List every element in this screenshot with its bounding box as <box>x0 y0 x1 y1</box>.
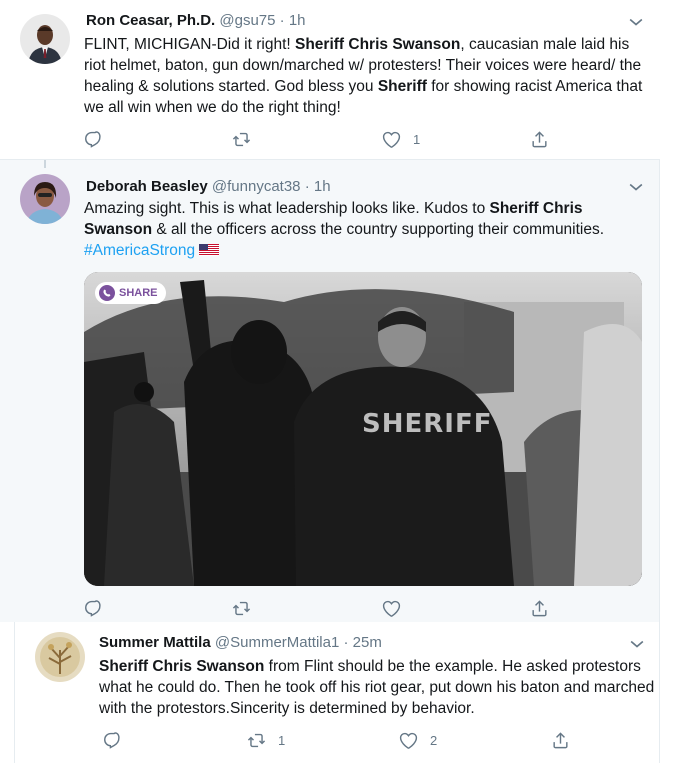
jacket-text: SHERIFF <box>362 409 492 439</box>
reply-icon <box>84 130 103 149</box>
highlighted-text: Sheriff <box>377 78 427 95</box>
avatar[interactable] <box>20 14 70 64</box>
tweet-header: Deborah Beasley @funnycat38 · 1h <box>86 177 331 197</box>
reply-button[interactable] <box>103 730 134 750</box>
reply-icon <box>84 599 103 618</box>
share-icon <box>530 130 549 149</box>
timestamp[interactable]: · 1h <box>305 178 331 195</box>
display-name[interactable]: Deborah Beasley <box>86 178 208 195</box>
share-button[interactable] <box>551 730 582 750</box>
photo-image: SHERIFF <box>84 272 642 586</box>
viber-icon <box>99 285 115 301</box>
tweet-header: Ron Ceasar, Ph.D. @gsu75 · 1h <box>86 11 306 31</box>
tweet-photo[interactable]: SHERIFF SHARE <box>84 272 642 586</box>
tweet[interactable]: Summer Mattila @SummerMattila1 · 25m She… <box>14 622 660 763</box>
retweet-icon <box>232 130 251 149</box>
like-button[interactable] <box>382 598 413 618</box>
tweet-text: Amazing sight. This is what leadership l… <box>84 198 644 261</box>
hashtag-link[interactable]: #AmericaStrong <box>84 242 195 259</box>
like-count: 1 <box>413 131 421 147</box>
retweet-button[interactable]: 1 <box>247 730 285 750</box>
like-count: 2 <box>430 732 438 748</box>
handle[interactable]: @SummerMattila1 <box>215 634 339 651</box>
tweet-actions <box>84 598 644 618</box>
avatar[interactable] <box>20 174 70 224</box>
heart-icon <box>382 599 401 618</box>
tweet-text-segment: & all the officers across the country su… <box>152 221 605 238</box>
heart-icon <box>382 130 401 149</box>
reply-button[interactable] <box>84 598 115 618</box>
share-badge-label: SHARE <box>119 287 158 299</box>
share-icon <box>551 731 570 750</box>
chevron-down-icon[interactable] <box>626 177 646 197</box>
share-button[interactable] <box>530 598 561 618</box>
chevron-down-icon[interactable] <box>626 12 646 32</box>
tweet[interactable]: Ron Ceasar, Ph.D. @gsu75 · 1h FLINT, MIC… <box>0 0 660 160</box>
retweet-button[interactable] <box>232 598 263 618</box>
retweet-icon <box>232 599 251 618</box>
display-name[interactable]: Ron Ceasar, Ph.D. <box>86 12 215 29</box>
tweet-text: FLINT, MICHIGAN-Did it right! Sheriff Ch… <box>84 34 644 118</box>
display-name[interactable]: Summer Mattila <box>99 634 211 651</box>
tweet[interactable]: Deborah Beasley @funnycat38 · 1h Amazing… <box>0 160 660 622</box>
tweet-header: Summer Mattila @SummerMattila1 · 25m <box>99 633 382 653</box>
reply-icon <box>103 731 122 750</box>
thread-line <box>44 160 46 168</box>
tweet-actions: 1 2 <box>103 730 643 750</box>
share-icon <box>530 599 549 618</box>
like-button[interactable]: 1 <box>382 129 420 149</box>
share-button[interactable] <box>530 129 561 149</box>
retweet-icon <box>247 731 266 750</box>
tweet-text-segment: FLINT, MICHIGAN-Did it right! <box>84 36 295 53</box>
us-flag-icon <box>199 244 220 256</box>
chevron-down-icon[interactable] <box>627 634 647 654</box>
like-button[interactable]: 2 <box>399 730 437 750</box>
tweet-actions: 1 <box>84 129 644 149</box>
retweet-button[interactable] <box>232 129 263 149</box>
viber-share-badge[interactable]: SHARE <box>95 282 166 304</box>
highlighted-text: Sheriff Chris Swanson <box>295 36 461 53</box>
retweet-count: 1 <box>278 732 286 748</box>
highlighted-text: Sheriff Chris Swanson <box>99 658 265 675</box>
avatar[interactable] <box>35 632 85 682</box>
handle[interactable]: @gsu75 <box>219 12 275 29</box>
tweet-text-segment: Amazing sight. This is what leadership l… <box>84 200 490 217</box>
reply-button[interactable] <box>84 129 115 149</box>
timestamp[interactable]: · 25m <box>343 634 381 651</box>
handle[interactable]: @funnycat38 <box>212 178 301 195</box>
tweet-text: Sheriff Chris Swanson from Flint should … <box>99 656 655 719</box>
heart-icon <box>399 731 418 750</box>
timestamp[interactable]: · 1h <box>280 12 306 29</box>
